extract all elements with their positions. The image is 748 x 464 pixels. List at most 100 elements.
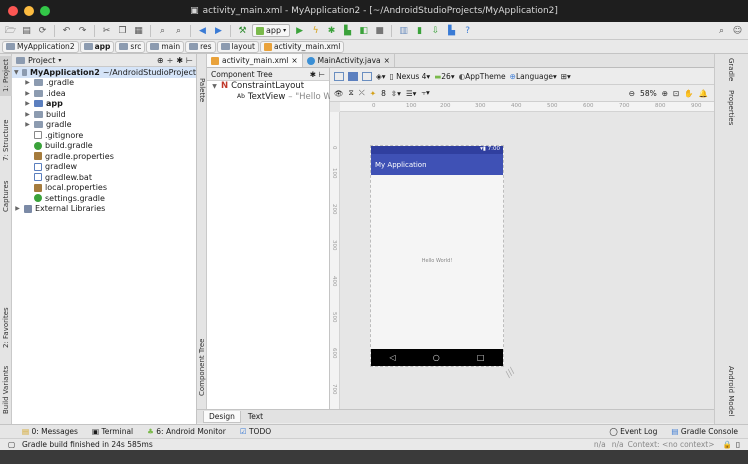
component-constraint-layout[interactable]: ▼ N ConstraintLayout bbox=[207, 81, 329, 92]
tool-tab-gradle[interactable]: Gradle bbox=[727, 58, 735, 81]
lock-icon[interactable]: 🔒 bbox=[723, 440, 732, 449]
tool-tab-component-tree[interactable]: Component Tree bbox=[197, 330, 207, 404]
find-icon[interactable]: ⌕ bbox=[156, 25, 169, 37]
tree-item-settings-gradle[interactable]: settings.gradle bbox=[12, 193, 196, 204]
breadcrumb-item[interactable]: MyApplication2 bbox=[2, 40, 79, 53]
guidelines-icon[interactable]: ⫟▾ bbox=[421, 88, 429, 98]
chevron-down-icon[interactable]: ▾ bbox=[58, 57, 61, 64]
minimize-window-button[interactable] bbox=[24, 6, 34, 16]
tree-item-build[interactable]: ▶ build bbox=[12, 109, 196, 120]
breadcrumb-item[interactable]: app bbox=[79, 40, 115, 53]
chevron-right-icon[interactable]: ▶ bbox=[14, 205, 21, 212]
breadcrumb-item[interactable]: main bbox=[146, 40, 185, 53]
chevron-right-icon[interactable]: ▶ bbox=[24, 79, 31, 86]
tree-item-local-properties[interactable]: local.properties bbox=[12, 183, 196, 194]
component-textview[interactable]: Ab TextView – "Hello Wo bbox=[207, 92, 337, 103]
tool-tab-android-model[interactable]: Android Model bbox=[727, 366, 735, 416]
close-icon[interactable]: × bbox=[384, 56, 390, 65]
tree-item-gradle-dir[interactable]: ▶ .gradle bbox=[12, 78, 196, 89]
tree-item-gradle-properties[interactable]: gradle.properties bbox=[12, 151, 196, 162]
apply-changes-icon[interactable]: ϟ bbox=[309, 25, 322, 37]
make-project-icon[interactable]: ⚒ bbox=[236, 25, 249, 37]
collapse-all-icon[interactable]: ÷ bbox=[167, 56, 174, 65]
design-view-icon[interactable] bbox=[334, 71, 344, 81]
both-views-icon[interactable] bbox=[362, 71, 372, 81]
tool-todo[interactable]: ☑ TODO bbox=[240, 427, 271, 436]
pan-icon[interactable]: ✋ bbox=[684, 89, 693, 98]
tree-item-idea[interactable]: ▶ .idea bbox=[12, 88, 196, 99]
project-view-select[interactable]: Project bbox=[28, 56, 55, 65]
tree-item-gradlew[interactable]: gradlew bbox=[12, 162, 196, 173]
paste-icon[interactable]: ▦ bbox=[132, 25, 145, 37]
show-constraints-icon[interactable]: 👁 bbox=[334, 89, 344, 98]
sdk-manager-icon[interactable]: ⇩ bbox=[429, 25, 442, 37]
resize-handle[interactable]: /// bbox=[504, 366, 518, 380]
tree-item-gitignore[interactable]: .gitignore bbox=[12, 130, 196, 141]
align-icon[interactable]: ☰▾ bbox=[406, 89, 417, 98]
debug-icon[interactable]: ✱ bbox=[325, 25, 338, 37]
breadcrumb-item[interactable]: res bbox=[185, 40, 216, 53]
chevron-right-icon[interactable]: ▶ bbox=[24, 111, 31, 118]
zoom-in-icon[interactable]: ⊕ bbox=[662, 89, 668, 98]
sync-gradle-icon[interactable]: ▥ bbox=[397, 25, 410, 37]
help-icon[interactable]: ? bbox=[461, 25, 474, 37]
tool-android-monitor[interactable]: ♣ 6: Android Monitor bbox=[147, 427, 226, 436]
design-canvas[interactable]: 0 100 200 300 400 500 600 700 800 900 0 … bbox=[330, 102, 714, 409]
attach-debugger-icon[interactable]: ◧ bbox=[357, 25, 370, 37]
copy-icon[interactable]: ❐ bbox=[116, 25, 129, 37]
tool-tab-captures[interactable]: Captures bbox=[0, 174, 12, 218]
tool-terminal[interactable]: ▣ Terminal bbox=[92, 427, 133, 436]
sync-icon[interactable]: ⟳ bbox=[36, 25, 49, 37]
tab-activity-main[interactable]: activity_main.xml × bbox=[207, 54, 303, 67]
breadcrumb-item[interactable]: activity_main.xml bbox=[259, 40, 345, 53]
device-monitor-icon[interactable]: ▙ bbox=[445, 25, 458, 37]
back-icon[interactable]: ◀ bbox=[196, 25, 209, 37]
breadcrumb-item[interactable]: src bbox=[115, 40, 146, 53]
pack-icon[interactable]: ⇳▾ bbox=[391, 89, 401, 98]
tree-item-app[interactable]: ▶ app bbox=[12, 99, 196, 110]
forward-icon[interactable]: ▶ bbox=[212, 25, 225, 37]
tool-tab-structure[interactable]: 7: Structure bbox=[0, 112, 12, 168]
tool-tab-build-variants[interactable]: Build Variants bbox=[0, 360, 12, 420]
replace-icon[interactable]: ⌕ bbox=[172, 25, 185, 37]
tool-gradle-console[interactable]: ▤ Gradle Console bbox=[671, 427, 738, 436]
panel-toggle-icon[interactable]: ▢ bbox=[8, 440, 15, 449]
blueprint-view-icon[interactable] bbox=[348, 71, 358, 81]
default-margin[interactable]: 8 bbox=[381, 89, 386, 98]
redo-icon[interactable]: ↷ bbox=[76, 25, 89, 37]
search-everywhere-icon[interactable]: ⌕ bbox=[715, 25, 728, 37]
open-icon[interactable]: 🗁 bbox=[4, 25, 17, 37]
tree-item-gradle[interactable]: ▶ gradle bbox=[12, 120, 196, 131]
avd-manager-icon[interactable]: ▮ bbox=[413, 25, 426, 37]
close-window-button[interactable] bbox=[8, 6, 18, 16]
tab-main-activity[interactable]: MainActivity.java × bbox=[303, 54, 395, 67]
tree-item-external-libraries[interactable]: ▶ External Libraries bbox=[12, 204, 196, 215]
chevron-right-icon[interactable]: ▶ bbox=[24, 100, 31, 107]
hello-textview[interactable]: Hello World! bbox=[371, 258, 503, 264]
tree-item-build-gradle[interactable]: build.gradle bbox=[12, 141, 196, 152]
theme-select[interactable]: ◐AppTheme bbox=[459, 72, 506, 81]
chevron-down-icon[interactable]: ▼ bbox=[211, 83, 218, 90]
breadcrumb-item[interactable]: layout bbox=[216, 40, 259, 53]
undo-icon[interactable]: ↶ bbox=[60, 25, 73, 37]
tree-item-root[interactable]: ▼ MyApplication2 ~/AndroidStudioProject bbox=[12, 67, 196, 78]
zoom-out-icon[interactable]: ⊖ bbox=[629, 89, 635, 98]
run-configuration-select[interactable]: app ▾ bbox=[252, 24, 291, 37]
chevron-right-icon[interactable]: ▶ bbox=[24, 121, 31, 128]
tool-tab-properties[interactable]: Properties bbox=[727, 90, 735, 125]
infer-constraints-icon[interactable]: ✦ bbox=[370, 89, 376, 98]
clear-constraints-icon[interactable]: ⤫ bbox=[359, 88, 365, 98]
device-preview[interactable]: ▾▮ 7:00 My Application Hello World! ◁ ○ … bbox=[370, 145, 504, 367]
tool-tab-project[interactable]: 1: Project bbox=[0, 56, 12, 96]
trash-icon[interactable]: ▯ bbox=[736, 440, 740, 449]
tool-tab-favorites[interactable]: 2: Favorites bbox=[0, 300, 12, 356]
autoconnect-icon[interactable]: ⧖ bbox=[349, 88, 354, 98]
layout-variants-icon[interactable]: ⊞▾ bbox=[561, 72, 571, 81]
tab-text[interactable]: Text bbox=[243, 411, 268, 423]
hide-icon[interactable]: ⊢ bbox=[186, 56, 193, 65]
tool-tab-palette[interactable]: Palette bbox=[197, 70, 207, 110]
tab-design[interactable]: Design bbox=[203, 410, 241, 423]
chevron-right-icon[interactable]: ▶ bbox=[24, 90, 31, 97]
scroll-from-source-icon[interactable]: ⊕ bbox=[157, 56, 164, 65]
chevron-down-icon[interactable]: ▼ bbox=[14, 69, 19, 76]
